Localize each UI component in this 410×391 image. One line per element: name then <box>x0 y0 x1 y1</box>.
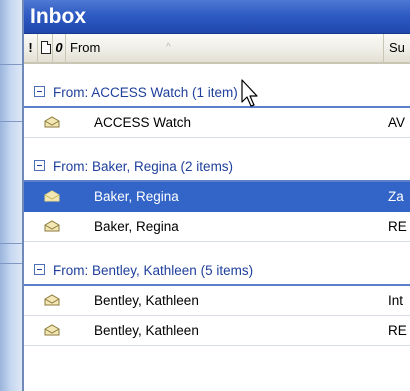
envelope-open-icon <box>44 324 60 336</box>
sort-ascending-icon: ^ <box>166 42 171 53</box>
message-row[interactable]: ACCESS Watch AV <box>24 108 410 138</box>
paperclip-icon: 0 <box>55 40 63 55</box>
message-from: Baker, Regina <box>94 219 179 234</box>
column-subject[interactable]: Su <box>385 34 410 62</box>
message-subject: RE <box>388 323 407 338</box>
column-from-label: From <box>70 40 101 55</box>
message-from: Bentley, Kathleen <box>94 323 199 338</box>
envelope-open-icon <box>44 220 60 232</box>
group-label: From: Baker, Regina (2 items) <box>53 159 234 174</box>
message-from: ACCESS Watch <box>94 115 192 130</box>
message-subject: Za <box>388 189 404 204</box>
message-subject: AV <box>388 115 406 130</box>
column-attachment[interactable]: 0 <box>53 34 66 62</box>
column-subject-label: Su <box>389 40 405 55</box>
column-type[interactable] <box>38 34 53 62</box>
message-row[interactable]: Baker, Regina RE <box>24 212 410 242</box>
message-list-pane: Inbox ! 0 From ^ Su From: ACCESS Watch (… <box>24 0 410 391</box>
collapse-toggle-icon[interactable] <box>34 160 45 171</box>
nav-separator <box>0 64 24 65</box>
envelope-open-icon <box>44 116 60 128</box>
message-row[interactable]: Bentley, Kathleen RE <box>24 316 410 346</box>
nav-separator <box>0 263 24 264</box>
message-from: Bentley, Kathleen <box>94 293 199 308</box>
collapse-toggle-icon[interactable] <box>34 264 45 275</box>
group-header[interactable]: From: Baker, Regina (2 items) <box>24 153 410 182</box>
envelope-open-icon <box>44 294 60 306</box>
mouse-pointer-icon <box>241 79 258 107</box>
navigation-pane-edge <box>0 0 24 391</box>
message-row-selected[interactable]: Baker, Regina Za <box>24 182 410 212</box>
column-importance[interactable]: ! <box>24 34 38 62</box>
nav-separator <box>0 121 24 122</box>
document-icon <box>41 41 51 54</box>
group-header[interactable]: From: ACCESS Watch (1 item) <box>24 79 410 108</box>
message-from: Baker, Regina <box>94 189 179 204</box>
folder-title: Inbox <box>24 0 410 34</box>
group-header[interactable]: From: Bentley, Kathleen (5 items) <box>24 257 410 286</box>
message-subject: RE <box>388 219 407 234</box>
column-header-bar: ! 0 From ^ Su <box>24 34 410 64</box>
nav-separator <box>0 243 24 244</box>
message-subject: Int <box>388 293 404 308</box>
message-row[interactable]: Bentley, Kathleen Int <box>24 286 410 316</box>
group-label: From: ACCESS Watch (1 item) <box>53 85 238 100</box>
collapse-toggle-icon[interactable] <box>34 86 45 97</box>
column-from[interactable]: From ^ <box>66 34 384 62</box>
group-label: From: Bentley, Kathleen (5 items) <box>53 263 254 278</box>
envelope-open-icon <box>44 190 60 202</box>
message-list: From: ACCESS Watch (1 item) ACCESS Watch… <box>24 64 410 346</box>
